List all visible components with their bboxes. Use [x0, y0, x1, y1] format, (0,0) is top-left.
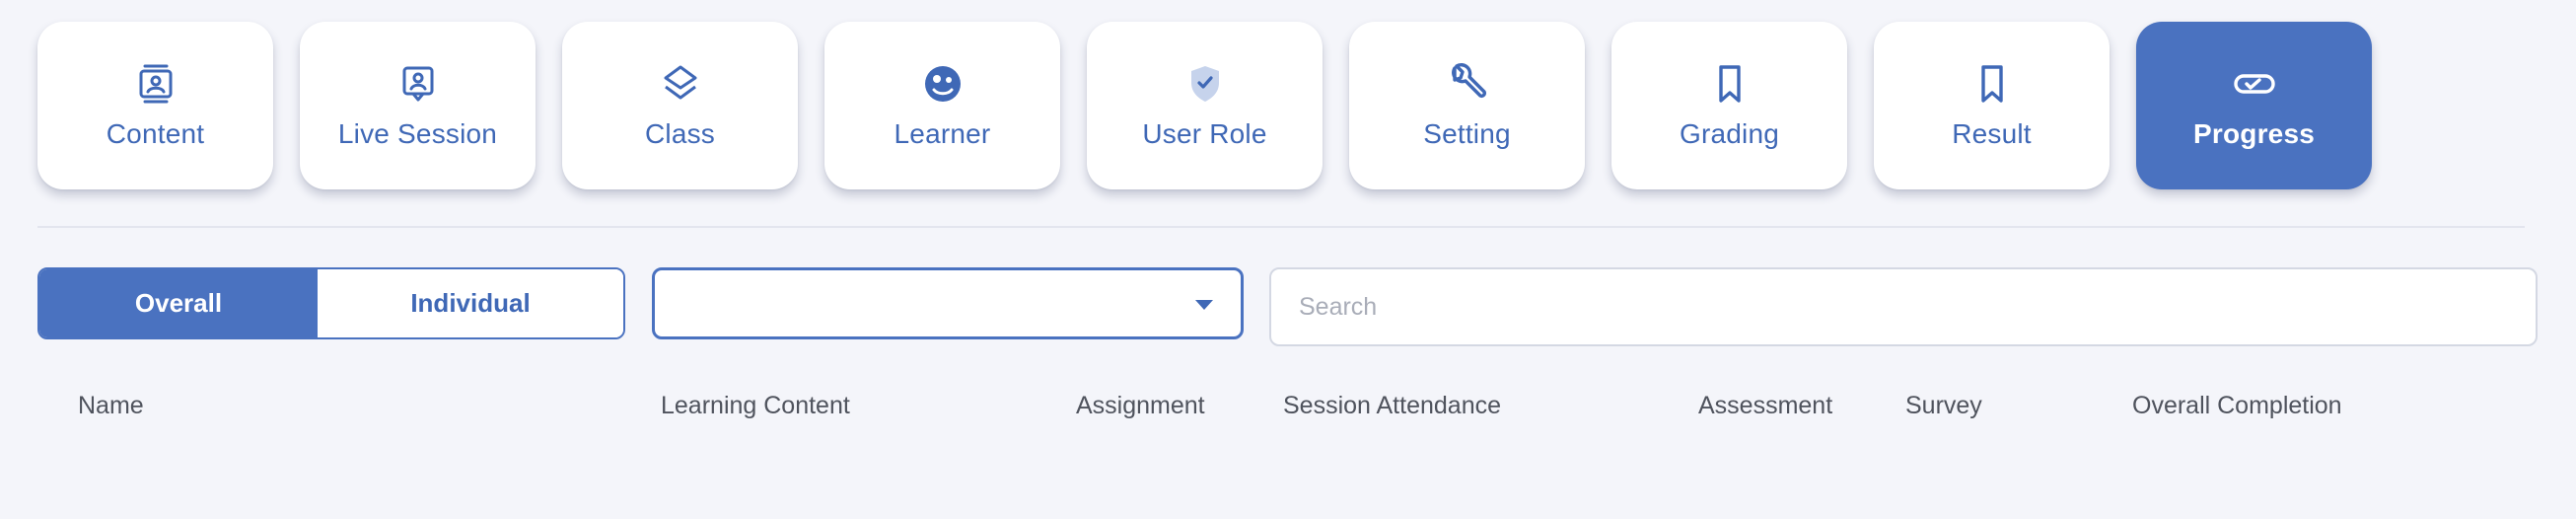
column-header-assignment[interactable]: Assignment — [1076, 392, 1205, 420]
learner-face-icon — [920, 61, 966, 107]
tab-label: Class — [644, 118, 715, 149]
section-divider — [37, 226, 2525, 228]
tab-class[interactable]: Class — [562, 22, 798, 189]
column-header-survey[interactable]: Survey — [1905, 392, 1982, 420]
tab-label: Progress — [2193, 118, 2315, 149]
tab-label: User Role — [1142, 118, 1267, 149]
live-presenter-icon — [395, 61, 441, 107]
filter-dropdown[interactable] — [652, 267, 1244, 339]
tab-progress[interactable]: Progress — [2136, 22, 2372, 189]
tab-result[interactable]: Result — [1874, 22, 2110, 189]
tab-grading[interactable]: Grading — [1611, 22, 1847, 189]
tab-label: Grading — [1679, 118, 1779, 149]
tab-label: Result — [1952, 118, 2032, 149]
bookmark-icon — [1969, 61, 2015, 107]
column-header-session-attendance[interactable]: Session Attendance — [1283, 392, 1501, 420]
wrench-icon — [1445, 61, 1490, 107]
layers-icon — [658, 61, 703, 107]
column-header-assessment[interactable]: Assessment — [1698, 392, 1832, 420]
individual-toggle-button[interactable]: Individual — [318, 269, 623, 337]
column-header-overall-completion[interactable]: Overall Completion — [2132, 392, 2342, 420]
tab-label: Learner — [894, 118, 991, 149]
module-tab-bar: Content Live Session Class Learner User … — [37, 22, 2372, 189]
caret-down-icon — [1195, 300, 1213, 310]
tab-setting[interactable]: Setting — [1349, 22, 1585, 189]
tab-label: Content — [106, 118, 205, 149]
tab-content[interactable]: Content — [37, 22, 273, 189]
tab-learner[interactable]: Learner — [824, 22, 1060, 189]
column-header-learning-content[interactable]: Learning Content — [661, 392, 850, 420]
contact-card-icon — [133, 61, 179, 107]
tab-label: Live Session — [337, 118, 498, 149]
tab-user-role[interactable]: User Role — [1087, 22, 1323, 189]
view-toggle: Overall Individual — [37, 267, 625, 339]
overall-toggle-button[interactable]: Overall — [39, 269, 318, 337]
tab-live-session[interactable]: Live Session — [300, 22, 536, 189]
search-input[interactable] — [1269, 267, 2538, 346]
tab-label: Setting — [1423, 118, 1511, 149]
shield-check-icon — [1182, 61, 1228, 107]
progress-pill-icon — [2232, 61, 2277, 107]
column-header-name[interactable]: Name — [78, 392, 144, 420]
bookmark-icon — [1707, 61, 1753, 107]
